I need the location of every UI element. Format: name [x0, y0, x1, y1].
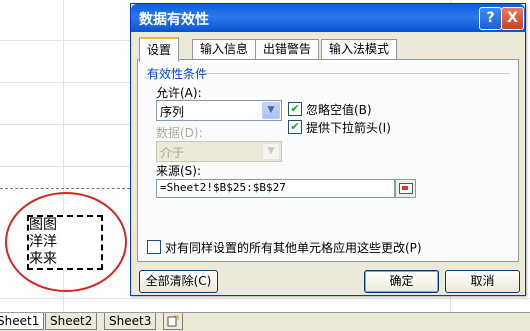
- cancel-button[interactable]: 取消: [445, 270, 520, 293]
- annotation-circle: [5, 192, 127, 292]
- source-label: 来源(S):: [156, 164, 202, 178]
- allow-select[interactable]: 序列 ▼: [156, 100, 282, 121]
- grid-line: [0, 124, 130, 125]
- dialog-title: 数据有效性: [139, 12, 209, 28]
- clear-all-button[interactable]: 全部清除(C): [139, 270, 218, 293]
- sheet-tab-sheet2[interactable]: Sheet2: [45, 313, 98, 330]
- page-break-line: [0, 188, 130, 189]
- tab-ime-mode[interactable]: 输入法模式: [321, 39, 398, 59]
- data-label: 数据(D):: [156, 126, 203, 140]
- sheet-tab-bar: Sheet1 Sheet2 Sheet3: [0, 312, 530, 331]
- data-select: 介于 ▼: [156, 141, 282, 162]
- apply-all-checkbox[interactable]: [147, 240, 161, 254]
- tab-input-message[interactable]: 输入信息: [192, 39, 257, 59]
- tab-settings[interactable]: 设置: [139, 37, 180, 62]
- close-icon[interactable]: X: [501, 7, 524, 30]
- source-input[interactable]: =Sheet2!$B$25:$B$27: [156, 179, 395, 198]
- apply-all-label[interactable]: 对有同样设置的所有其他单元格应用这些更改(P): [165, 239, 422, 256]
- help-icon[interactable]: ?: [479, 7, 502, 30]
- source-value: =Sheet2!$B$25:$B$27: [160, 181, 286, 194]
- ok-button[interactable]: 确定: [364, 270, 439, 293]
- grid-line: [0, 166, 130, 167]
- range-selector-button[interactable]: [395, 179, 416, 198]
- settings-panel: 有效性条件 允许(A): 序列 ▼ ✔ 忽略空值(B) ✔ 提供下拉箭头(I) …: [137, 59, 519, 262]
- dropdown-arrow-checkbox[interactable]: ✔: [288, 120, 302, 134]
- data-value: 介于: [160, 146, 185, 160]
- range-select-icon-mark: [402, 186, 408, 190]
- sheet-tab-sheet3[interactable]: Sheet3: [104, 313, 157, 330]
- tab-error-alert[interactable]: 出错警告: [255, 39, 320, 59]
- chevron-down-icon[interactable]: ▼: [262, 102, 280, 119]
- dialog-titlebar[interactable]: 数据有效性 ? X: [131, 4, 525, 32]
- allow-label: 允许(A):: [156, 86, 202, 100]
- sheet-tab-sheet1[interactable]: Sheet1: [0, 313, 45, 330]
- data-validation-dialog: 数据有效性 ? X 设置 输入信息 出错警告 输入法模式 有效性条件 允许(A)…: [130, 3, 526, 296]
- grid-line: [0, 82, 130, 83]
- ignore-blank-label[interactable]: 忽略空值(B): [306, 101, 372, 118]
- group-divider: [198, 73, 510, 74]
- allow-value: 序列: [160, 105, 185, 119]
- chevron-down-icon: ▼: [262, 143, 280, 160]
- dropdown-arrow-label[interactable]: 提供下拉箭头(I): [306, 119, 391, 136]
- grid-line: [0, 40, 130, 41]
- insert-sheet-icon[interactable]: [163, 313, 183, 330]
- ignore-blank-checkbox[interactable]: ✔: [288, 102, 302, 116]
